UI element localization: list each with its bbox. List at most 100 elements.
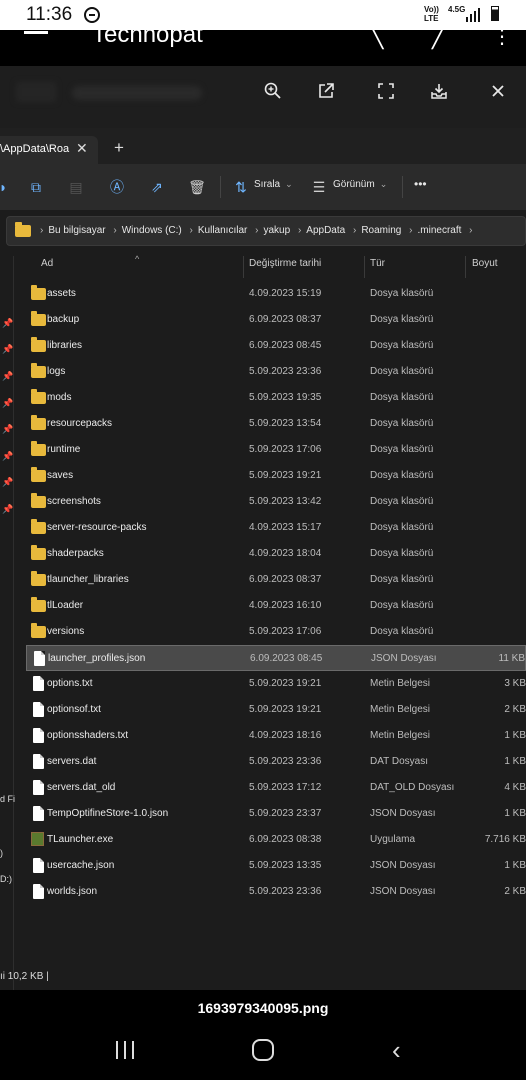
file-row[interactable]: TLauncher.exe 6.09.2023 08:38 Uygulama 7.71… (26, 827, 526, 853)
folder-row[interactable]: tlauncher_libraries 6.09.2023 08:37 Dosya … (26, 567, 526, 593)
view-icon[interactable]: ☰ (308, 176, 330, 198)
folder-row[interactable]: shaderpacks 4.09.2023 18:04 Dosya klasörü (26, 541, 526, 567)
view-button[interactable]: Görünüm ⌄ (333, 179, 387, 190)
folder-row[interactable]: libraries 6.09.2023 08:45 Dosya klasörü (26, 333, 526, 359)
sort-button[interactable]: Sırala ⌄ (254, 179, 293, 190)
column-header-type[interactable]: Tür (370, 258, 385, 269)
file-type: JSON Dosyası (370, 808, 436, 819)
breadcrumb-item[interactable]: Kullanıcılar (198, 225, 247, 236)
file-date: 6.09.2023 08:38 (249, 834, 322, 845)
pin-icon[interactable]: 📌 (2, 371, 13, 382)
close-icon[interactable] (483, 76, 513, 106)
folder-row[interactable]: resourcepacks 5.09.2023 13:54 Dosya klasör… (26, 411, 526, 437)
pin-icon[interactable]: 📌 (2, 451, 13, 462)
back-icon[interactable]: ‹ (392, 1037, 401, 1063)
breadcrumb-item[interactable]: AppData (306, 225, 345, 236)
file-row[interactable]: optionsshaders.txt 4.09.2023 18:16 Metin B… (26, 723, 526, 749)
file-name: optionsshaders.txt (47, 730, 129, 741)
folder-row[interactable]: logs 5.09.2023 23:36 Dosya klasörü (26, 359, 526, 385)
file-row[interactable]: options.txt 5.09.2023 19:21 Metin Belgesi 3… (26, 671, 526, 697)
file-date: 4.09.2023 18:04 (249, 548, 322, 559)
nav-item[interactable]: D:) (0, 874, 12, 884)
file-name: shaderpacks (47, 548, 104, 559)
column-header-date[interactable]: Değiştirme tarihi (249, 258, 321, 269)
blurred-title (72, 86, 202, 100)
recent-apps-icon[interactable] (116, 1041, 138, 1059)
delete-icon[interactable]: 🗑 (186, 176, 208, 198)
folder-row[interactable]: versions 5.09.2023 17:06 Dosya klasörü (26, 619, 526, 645)
file-type: DAT_OLD Dosyası (370, 782, 455, 793)
copy-icon[interactable]: ⧉ (25, 176, 47, 198)
column-divider[interactable] (465, 256, 466, 278)
breadcrumb-item[interactable]: .minecraft (417, 225, 461, 236)
more-options-button[interactable]: ••• (414, 177, 427, 191)
home-icon[interactable] (252, 1039, 274, 1061)
file-icon (34, 651, 45, 666)
address-bar[interactable]: › Bu bilgisayar › Windows (C:) › Kullanıcıl… (6, 216, 526, 246)
pin-icon[interactable]: 📌 (2, 424, 13, 435)
folder-row[interactable]: assets 4.09.2023 15:19 Dosya klasörü (26, 281, 526, 307)
file-date: 5.09.2023 17:12 (249, 782, 322, 793)
file-row[interactable]: servers.dat 5.09.2023 23:36 DAT Dosyası 1 K… (26, 749, 526, 775)
file-row[interactable]: launcher_profiles.json 6.09.2023 08:45 JSO… (26, 645, 526, 671)
zoom-in-icon[interactable] (258, 76, 288, 106)
file-row[interactable]: TempOptifineStore-1.0.json 5.09.2023 23:3… (26, 801, 526, 827)
tab-appdata[interactable]: \AppData\Roa ✕ (0, 136, 98, 164)
more-icon[interactable]: ⋮ (492, 30, 512, 49)
new-icon[interactable]: ◗ (0, 176, 14, 198)
pin-icon[interactable]: 📌 (2, 398, 13, 409)
file-size: 2 KB (504, 704, 526, 715)
pin-icon[interactable]: 📌 (2, 477, 13, 488)
pin-icon[interactable]: 📌 (2, 318, 13, 329)
breadcrumb-item[interactable]: Windows (C:) (122, 225, 182, 236)
file-row[interactable]: servers.dat_old 5.09.2023 17:12 DAT_OLD Do… (26, 775, 526, 801)
file-date: 6.09.2023 08:45 (250, 653, 323, 664)
file-name: optionsof.txt (47, 704, 101, 715)
new-tab-icon[interactable]: + (114, 138, 124, 158)
file-name: assets (47, 288, 76, 299)
column-header-name[interactable]: Ad (41, 258, 53, 269)
folder-row[interactable]: server-resource-packs 4.09.2023 15:17 Dosy… (26, 515, 526, 541)
breadcrumb-item[interactable]: yakup (263, 225, 290, 236)
network-indicator: Vo)) LTE (424, 5, 439, 23)
download-icon[interactable] (424, 76, 454, 106)
paste-icon[interactable]: ▤ (65, 176, 87, 198)
folder-icon (31, 467, 46, 482)
column-divider[interactable] (243, 256, 244, 278)
file-row[interactable]: usercache.json 5.09.2023 13:35 JSON Dosyas… (26, 853, 526, 879)
breadcrumb-item[interactable]: Roaming (361, 225, 401, 236)
menu-icon[interactable] (24, 31, 48, 34)
file-size: 2 KB (504, 886, 526, 897)
folder-row[interactable]: mods 5.09.2023 19:35 Dosya klasörü (26, 385, 526, 411)
tools-icon[interactable]: ╲ (370, 30, 383, 50)
tab-close-icon[interactable]: ✕ (76, 140, 88, 157)
breadcrumb-item[interactable]: Bu bilgisayar (48, 225, 105, 236)
file-date: 4.09.2023 15:17 (249, 522, 322, 533)
file-size: 11 KB (498, 653, 526, 664)
pin-icon[interactable]: 📌 (2, 504, 13, 515)
folder-row[interactable]: runtime 5.09.2023 17:06 Dosya klasörü (26, 437, 526, 463)
file-explorer-window: \AppData\Roa ✕ + ◗ ⧉ ▤ Ⓐ ⇗ 🗑 ⇅ Sırala ⌄ ☰… (0, 128, 526, 990)
folder-row[interactable]: tlLoader 4.09.2023 16:10 Dosya klasörü (26, 593, 526, 619)
folder-row[interactable]: backup 6.09.2023 08:37 Dosya klasörü (26, 307, 526, 333)
file-type: Dosya klasörü (370, 366, 434, 377)
nav-item[interactable]: ) (0, 848, 3, 858)
rename-icon[interactable]: Ⓐ (106, 176, 128, 198)
file-type: Dosya klasörü (370, 496, 434, 507)
pin-icon[interactable]: 📌 (2, 344, 13, 355)
share-icon[interactable]: ⇗ (146, 176, 168, 198)
file-type: JSON Dosyası (370, 886, 436, 897)
sort-icon[interactable]: ⇅ (230, 176, 252, 198)
column-divider[interactable] (364, 256, 365, 278)
edit-icon[interactable]: ╱ (432, 30, 445, 50)
column-header-size[interactable]: Boyut (472, 258, 498, 269)
fullscreen-icon[interactable] (371, 76, 401, 106)
folder-row[interactable]: screenshots 5.09.2023 13:42 Dosya klasörü (26, 489, 526, 515)
folder-row[interactable]: saves 5.09.2023 19:21 Dosya klasörü (26, 463, 526, 489)
file-row[interactable]: optionsof.txt 5.09.2023 19:21 Metin Belges… (26, 697, 526, 723)
file-row[interactable]: worlds.json 5.09.2023 23:36 JSON Dosyası 2 … (26, 879, 526, 905)
open-external-icon[interactable] (311, 76, 341, 106)
nav-item[interactable]: d Fi (0, 794, 15, 804)
file-type: Uygulama (370, 834, 416, 845)
divider (402, 176, 403, 198)
